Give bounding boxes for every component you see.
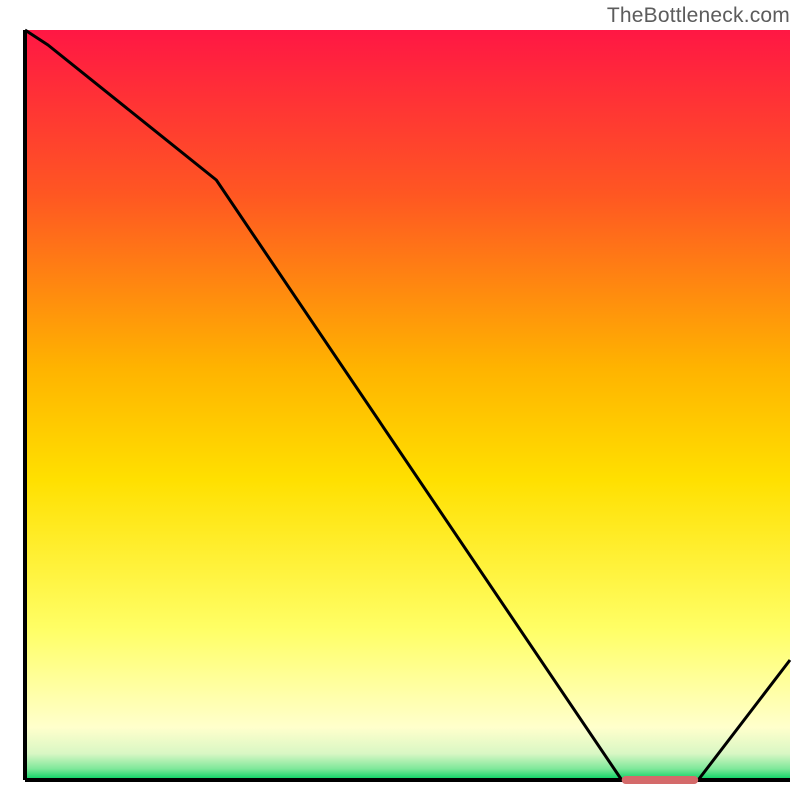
optimal-range-marker (622, 776, 699, 784)
chart-container: TheBottleneck.com (0, 0, 800, 800)
bottleneck-chart (0, 0, 800, 800)
chart-background (25, 30, 790, 780)
